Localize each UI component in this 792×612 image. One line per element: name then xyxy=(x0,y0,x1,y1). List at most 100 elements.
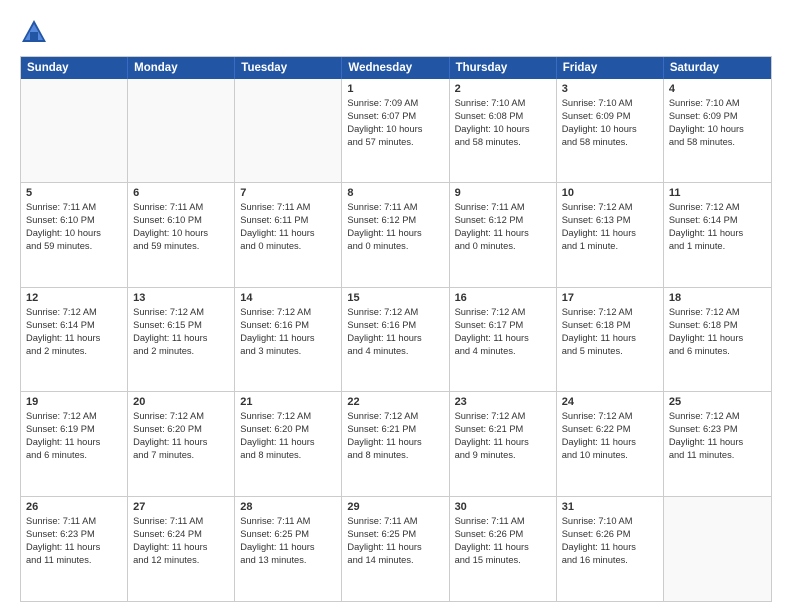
day-number: 8 xyxy=(347,187,443,199)
calendar-cell: 18Sunrise: 7:12 AMSunset: 6:18 PMDayligh… xyxy=(664,288,771,391)
cell-info-line: Sunrise: 7:12 AM xyxy=(133,306,229,319)
day-number: 26 xyxy=(26,501,122,513)
cell-info-line: and 4 minutes. xyxy=(347,345,443,358)
cell-info-line: Sunrise: 7:12 AM xyxy=(562,306,658,319)
cell-info-line: and 9 minutes. xyxy=(455,449,551,462)
day-number: 5 xyxy=(26,187,122,199)
header-day-thursday: Thursday xyxy=(450,57,557,79)
header-day-friday: Friday xyxy=(557,57,664,79)
cell-info-line: Sunrise: 7:12 AM xyxy=(347,410,443,423)
day-number: 21 xyxy=(240,396,336,408)
cell-info-line: Daylight: 11 hours xyxy=(669,332,766,345)
cell-info-line: Sunset: 6:09 PM xyxy=(562,110,658,123)
cell-info-line: Daylight: 11 hours xyxy=(240,332,336,345)
cell-info-line: Sunset: 6:13 PM xyxy=(562,214,658,227)
calendar-row: 19Sunrise: 7:12 AMSunset: 6:19 PMDayligh… xyxy=(21,392,771,496)
cell-info-line: Daylight: 11 hours xyxy=(26,541,122,554)
cell-info-line: and 13 minutes. xyxy=(240,554,336,567)
cell-info-line: Sunset: 6:12 PM xyxy=(347,214,443,227)
cell-info-line: Sunset: 6:25 PM xyxy=(347,528,443,541)
cell-info-line: Daylight: 11 hours xyxy=(669,227,766,240)
cell-info-line: Daylight: 11 hours xyxy=(347,436,443,449)
cell-info-line: Daylight: 11 hours xyxy=(562,227,658,240)
cell-info-line: and 11 minutes. xyxy=(669,449,766,462)
cell-info-line: Daylight: 11 hours xyxy=(455,227,551,240)
cell-info-line: Daylight: 11 hours xyxy=(455,541,551,554)
calendar-cell: 26Sunrise: 7:11 AMSunset: 6:23 PMDayligh… xyxy=(21,497,128,601)
cell-info-line: Sunset: 6:12 PM xyxy=(455,214,551,227)
cell-info-line: Daylight: 11 hours xyxy=(347,332,443,345)
cell-info-line: Sunrise: 7:12 AM xyxy=(669,410,766,423)
day-number: 28 xyxy=(240,501,336,513)
cell-info-line: Daylight: 10 hours xyxy=(562,123,658,136)
cell-info-line: Sunrise: 7:10 AM xyxy=(562,515,658,528)
cell-info-line: Sunrise: 7:12 AM xyxy=(669,306,766,319)
cell-info-line: Sunset: 6:22 PM xyxy=(562,423,658,436)
calendar-cell: 12Sunrise: 7:12 AMSunset: 6:14 PMDayligh… xyxy=(21,288,128,391)
cell-info-line: and 7 minutes. xyxy=(133,449,229,462)
cell-info-line: and 4 minutes. xyxy=(455,345,551,358)
calendar-row: 1Sunrise: 7:09 AMSunset: 6:07 PMDaylight… xyxy=(21,79,771,183)
cell-info-line: Daylight: 10 hours xyxy=(347,123,443,136)
cell-info-line: Sunrise: 7:12 AM xyxy=(455,410,551,423)
cell-info-line: Sunrise: 7:12 AM xyxy=(26,306,122,319)
cell-info-line: Daylight: 11 hours xyxy=(455,436,551,449)
cell-info-line: Daylight: 11 hours xyxy=(133,436,229,449)
cell-info-line: Sunset: 6:24 PM xyxy=(133,528,229,541)
cell-info-line: Daylight: 11 hours xyxy=(562,541,658,554)
cell-info-line: Sunrise: 7:12 AM xyxy=(26,410,122,423)
cell-info-line: Sunset: 6:26 PM xyxy=(562,528,658,541)
day-number: 12 xyxy=(26,292,122,304)
cell-info-line: Sunset: 6:14 PM xyxy=(669,214,766,227)
cell-info-line: Sunrise: 7:09 AM xyxy=(347,97,443,110)
day-number: 10 xyxy=(562,187,658,199)
day-number: 20 xyxy=(133,396,229,408)
calendar-header: SundayMondayTuesdayWednesdayThursdayFrid… xyxy=(21,57,771,79)
header-day-saturday: Saturday xyxy=(664,57,771,79)
cell-info-line: Daylight: 10 hours xyxy=(26,227,122,240)
cell-info-line: Sunset: 6:10 PM xyxy=(133,214,229,227)
cell-info-line: Daylight: 11 hours xyxy=(347,541,443,554)
calendar-body: 1Sunrise: 7:09 AMSunset: 6:07 PMDaylight… xyxy=(21,79,771,601)
calendar-cell: 3Sunrise: 7:10 AMSunset: 6:09 PMDaylight… xyxy=(557,79,664,182)
calendar-cell xyxy=(128,79,235,182)
day-number: 13 xyxy=(133,292,229,304)
day-number: 7 xyxy=(240,187,336,199)
day-number: 30 xyxy=(455,501,551,513)
cell-info-line: Daylight: 11 hours xyxy=(562,436,658,449)
calendar-cell: 31 Sunrise: 7:10 AMSunset: 6:26 PMDayligh… xyxy=(557,497,664,601)
cell-info-line: and 8 minutes. xyxy=(240,449,336,462)
cell-info-line: Sunset: 6:23 PM xyxy=(26,528,122,541)
logo-icon xyxy=(20,18,48,46)
calendar-cell: 7Sunrise: 7:11 AMSunset: 6:11 PMDaylight… xyxy=(235,183,342,286)
calendar-cell: 29Sunrise: 7:11 AMSunset: 6:25 PMDayligh… xyxy=(342,497,449,601)
header-day-wednesday: Wednesday xyxy=(342,57,449,79)
cell-info-line: and 0 minutes. xyxy=(347,240,443,253)
cell-info-line: Sunset: 6:09 PM xyxy=(669,110,766,123)
cell-info-line: Sunrise: 7:11 AM xyxy=(133,515,229,528)
cell-info-line: Sunrise: 7:11 AM xyxy=(240,201,336,214)
cell-info-line: and 16 minutes. xyxy=(562,554,658,567)
day-number: 31 xyxy=(562,501,658,513)
cell-info-line: Sunrise: 7:11 AM xyxy=(347,515,443,528)
cell-info-line: Daylight: 11 hours xyxy=(26,436,122,449)
cell-info-line: Sunrise: 7:11 AM xyxy=(26,201,122,214)
cell-info-line: and 0 minutes. xyxy=(455,240,551,253)
day-number: 24 xyxy=(562,396,658,408)
calendar-cell: 23Sunrise: 7:12 AMSunset: 6:21 PMDayligh… xyxy=(450,392,557,495)
day-number: 17 xyxy=(562,292,658,304)
calendar-cell: 24Sunrise: 7:12 AMSunset: 6:22 PMDayligh… xyxy=(557,392,664,495)
cell-info-line: Daylight: 11 hours xyxy=(240,541,336,554)
cell-info-line: Sunrise: 7:11 AM xyxy=(240,515,336,528)
cell-info-line: Sunset: 6:11 PM xyxy=(240,214,336,227)
cell-info-line: and 59 minutes. xyxy=(133,240,229,253)
calendar-cell: 2Sunrise: 7:10 AMSunset: 6:08 PMDaylight… xyxy=(450,79,557,182)
calendar-cell xyxy=(664,497,771,601)
day-number: 4 xyxy=(669,83,766,95)
day-number: 1 xyxy=(347,83,443,95)
cell-info-line: and 1 minute. xyxy=(562,240,658,253)
calendar-cell: 17Sunrise: 7:12 AMSunset: 6:18 PMDayligh… xyxy=(557,288,664,391)
cell-info-line: Daylight: 10 hours xyxy=(455,123,551,136)
cell-info-line: Sunrise: 7:12 AM xyxy=(347,306,443,319)
page-header xyxy=(20,18,772,46)
